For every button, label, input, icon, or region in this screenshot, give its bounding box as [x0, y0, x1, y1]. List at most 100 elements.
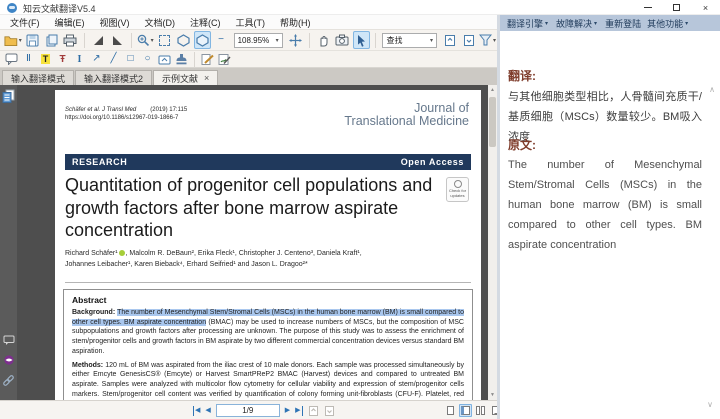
journal-name-line2: Translational Medicine	[344, 115, 469, 128]
troubleshoot-menu[interactable]: 故障解决▾	[556, 17, 599, 30]
fit-arrows-icon	[289, 34, 302, 47]
methods-label: Methods:	[72, 362, 105, 369]
previous-view-button[interactable]	[308, 405, 319, 417]
attachments-panel-button[interactable]	[2, 373, 15, 387]
minimize-icon	[644, 7, 652, 8]
line-annotation-button[interactable]: ╱	[106, 52, 121, 66]
zoom-fit-button[interactable]	[287, 31, 304, 49]
relogin-menu[interactable]: 重新登陆	[605, 17, 641, 30]
comment-bubble-icon	[3, 335, 15, 346]
comment-button[interactable]	[4, 52, 19, 66]
menu-label: 故障解决	[556, 17, 592, 30]
abstract-background-paragraph: Background: The number of Mesenchymal St…	[72, 308, 464, 357]
menu-item-annotate[interactable]: 注释(C)	[190, 16, 221, 29]
snapshot-button[interactable]	[334, 31, 351, 49]
rectangle-annotation-button[interactable]: □	[123, 52, 138, 66]
pan-zoom-button[interactable]	[194, 31, 211, 49]
hand-tool-button[interactable]	[315, 31, 332, 49]
scrollbar-thumb[interactable]	[489, 97, 496, 147]
first-page-button[interactable]: ◀	[193, 406, 200, 416]
toolbar-divider	[194, 52, 195, 67]
status-bar: ◀ ◀ 1/9 ▶ ▶	[0, 400, 497, 419]
insert-text-button[interactable]: I	[72, 52, 87, 66]
facing-pages-view-button[interactable]	[474, 404, 487, 417]
strikeout-text-button[interactable]: Ŧ	[55, 52, 70, 66]
marquee-icon	[159, 35, 170, 46]
zoom-tool-button[interactable]: ▾	[137, 31, 154, 49]
select-tool-button[interactable]	[353, 31, 370, 49]
close-button[interactable]: ×	[691, 0, 720, 15]
menu-label: 重新登陆	[605, 17, 641, 30]
rotate-right-button[interactable]	[109, 31, 126, 49]
save-button[interactable]	[24, 31, 41, 49]
edit-annotation-button[interactable]	[200, 52, 215, 66]
thumbnails-panel-button[interactable]	[2, 89, 15, 103]
menu-item-tools[interactable]: 工具(T)	[236, 16, 266, 29]
single-page-view-button[interactable]	[444, 404, 457, 417]
menu-item-edit[interactable]: 编辑(E)	[55, 16, 85, 29]
menu-item-view[interactable]: 视图(V)	[100, 16, 130, 29]
camera-icon	[335, 34, 349, 46]
zoom-out-button[interactable]: −	[213, 31, 230, 49]
minimize-button[interactable]	[633, 0, 662, 15]
tab-input-translate-mode-2[interactable]: 输入翻译模式2	[75, 70, 152, 85]
arrow-annotation-button[interactable]: ↗	[89, 52, 104, 66]
methods-text: 120 mL of BM was aspirated from the ilia…	[72, 362, 464, 400]
last-page-button[interactable]: ▶	[295, 406, 302, 416]
dropdown-arrow-icon: ▾	[685, 20, 688, 27]
stamp-button[interactable]	[174, 52, 189, 66]
check-updates-badge: Check for updates	[446, 177, 469, 202]
menu-bar: 文件(F) 编辑(E) 视图(V) 文档(D) 注释(C) 工具(T) 帮助(H…	[0, 15, 500, 29]
save-icon	[26, 34, 39, 47]
edit-page-icon	[201, 53, 214, 65]
print-button[interactable]	[62, 31, 79, 49]
comments-panel-button[interactable]	[2, 333, 15, 347]
ellipse-icon: ○	[144, 54, 150, 64]
menu-item-file[interactable]: 文件(F)	[10, 16, 40, 29]
search-combobox[interactable]: 查找 ▾	[382, 33, 437, 48]
check-updates-text: Check for updates	[447, 189, 468, 198]
attach-file-button[interactable]	[157, 52, 172, 66]
scroll-down-button[interactable]: ▼	[488, 390, 497, 400]
reading-mode-button[interactable]	[2, 353, 15, 367]
highlight-text-button[interactable]: T	[38, 52, 53, 66]
citation-doi: https://doi.org/10.1186/s12967-019-1866-…	[65, 114, 187, 122]
pdf-scrollbar[interactable]: ▲ ▼	[488, 85, 497, 400]
bookmark-panel-view-button[interactable]	[459, 404, 472, 417]
tab-input-translate-mode[interactable]: 输入翻译模式	[2, 70, 74, 85]
open-file-button[interactable]: ▾	[4, 31, 22, 49]
next-view-button[interactable]	[324, 405, 335, 417]
zoom-level-combobox[interactable]: 108.95% ▾	[234, 33, 283, 48]
filter-button[interactable]: ▾	[479, 31, 496, 49]
minus-icon: −	[218, 35, 224, 45]
typewriter-button[interactable]: Ⅱ	[21, 52, 36, 66]
tab-close-icon[interactable]: ×	[204, 73, 209, 83]
ellipse-annotation-button[interactable]: ○	[140, 52, 155, 66]
marquee-zoom-button[interactable]	[156, 31, 173, 49]
previous-page-button[interactable]: ◀	[205, 406, 210, 416]
toolbar-divider	[375, 33, 376, 48]
menu-item-help[interactable]: 帮助(H)	[280, 16, 311, 29]
toolbar-divider	[309, 33, 310, 48]
find-previous-button[interactable]	[441, 31, 458, 49]
other-functions-menu[interactable]: 其他功能▾	[647, 17, 690, 30]
next-page-button[interactable]: ▶	[285, 406, 290, 416]
title-bar: 知云文献翻译V5.4 ×	[0, 0, 720, 15]
menu-item-document[interactable]: 文档(D)	[145, 16, 176, 29]
find-next-button[interactable]	[460, 31, 477, 49]
loupe-tool-button[interactable]	[175, 31, 192, 49]
tab-sample-document[interactable]: 示例文献 ×	[153, 70, 218, 85]
pdf-page[interactable]: Schäfer et al. J Transl Med(2019) 17:115…	[55, 90, 481, 400]
panel-scroll-down-icon[interactable]: ∨	[707, 400, 713, 409]
rotate-left-button[interactable]	[90, 31, 107, 49]
translation-engine-menu[interactable]: 翻译引擎▾	[507, 17, 550, 30]
annotation-toolbar: Ⅱ T Ŧ I ↗ ╱ □ ○	[0, 51, 500, 68]
maximize-button[interactable]	[662, 0, 691, 15]
save-as-button[interactable]	[43, 31, 60, 49]
panel-scroll-up-icon[interactable]: ∧	[709, 85, 715, 94]
page-indicator-input[interactable]: 1/9	[216, 404, 280, 417]
source-label: 原文:	[508, 136, 536, 153]
filter-icon	[479, 34, 492, 46]
sign-document-button[interactable]	[217, 52, 232, 66]
scroll-up-button[interactable]: ▲	[488, 85, 497, 95]
